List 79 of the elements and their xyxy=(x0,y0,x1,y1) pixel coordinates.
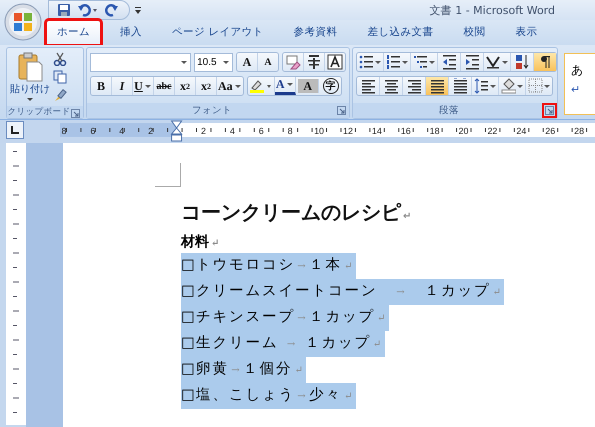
ribbon-tab[interactable]: 参考資料 xyxy=(282,20,348,45)
dialog-launcher-icon[interactable] xyxy=(542,103,557,118)
grow-font-button[interactable]: A xyxy=(237,53,258,71)
increase-indent-icon[interactable] xyxy=(464,54,480,70)
dialog-launcher-icon[interactable] xyxy=(68,106,83,121)
ruler-number: 22 xyxy=(487,126,498,136)
bullets-icon[interactable] xyxy=(359,54,374,70)
clipboard-icon xyxy=(17,52,43,82)
numbering-icon[interactable] xyxy=(386,54,401,70)
borders-icon[interactable] xyxy=(528,78,543,94)
group-label: クリップボード xyxy=(8,106,70,118)
ruler-number: 12 xyxy=(342,126,353,136)
ruler-number: 8 xyxy=(288,126,293,136)
clear-format-icon[interactable] xyxy=(285,54,301,70)
undo-icon[interactable] xyxy=(77,3,99,17)
paste-button[interactable]: 貼り付け xyxy=(11,50,49,104)
group-label: 段落 xyxy=(439,104,459,117)
bold-button[interactable]: B xyxy=(91,77,112,95)
save-icon[interactable] xyxy=(57,3,71,17)
asian-layout-icon[interactable] xyxy=(486,54,501,70)
ribbon-tab[interactable]: 差し込み文書 xyxy=(356,20,444,45)
ribbon-tab[interactable]: 表示 xyxy=(504,20,548,45)
window-title: 文書 1 - Microsoft Word xyxy=(430,2,555,18)
group-label: フォント xyxy=(192,104,232,117)
ruler-number: 2 xyxy=(148,126,154,136)
font-size-field[interactable]: 10.5 xyxy=(194,52,233,72)
customize-icon[interactable] xyxy=(134,5,142,15)
enclosed-character-button[interactable]: 字 xyxy=(322,78,339,94)
ruler-number: 4 xyxy=(119,126,124,136)
ribbon-tab[interactable]: ページ レイアウト xyxy=(161,20,274,45)
ruler-number: 6 xyxy=(258,126,264,136)
ruler-number: 2 xyxy=(200,126,206,136)
shading-icon[interactable] xyxy=(501,78,516,94)
ribbon-tab[interactable]: ホーム xyxy=(46,20,101,45)
ruler-number: 18 xyxy=(430,126,440,136)
ruler-number: 24 xyxy=(516,126,526,136)
ruler-number: 14 xyxy=(372,126,382,136)
dialog-launcher-icon[interactable] xyxy=(334,103,349,118)
tab-selector-button[interactable] xyxy=(6,121,24,139)
line-spacing-icon[interactable] xyxy=(474,78,489,94)
distribute-icon[interactable] xyxy=(452,78,468,94)
ruler-number: 8 xyxy=(61,126,66,136)
ruler-number: 20 xyxy=(458,126,468,136)
indent-marker-icon[interactable] xyxy=(170,120,183,142)
tab-stop-icon xyxy=(10,126,19,134)
italic-button[interactable]: I xyxy=(112,77,133,95)
font-name-field[interactable] xyxy=(90,52,192,72)
ruler-number: 16 xyxy=(400,126,411,136)
ruby-icon[interactable] xyxy=(306,54,322,70)
document-title: コーンクリームのレシピ↵ xyxy=(181,199,412,226)
brush-icon[interactable] xyxy=(53,88,67,102)
highlighter-icon[interactable] xyxy=(248,78,273,94)
ruler-number: 10 xyxy=(314,126,324,136)
format-button[interactable]: Aa xyxy=(217,77,243,95)
ruler-number: 6 xyxy=(90,126,96,136)
style-swatch[interactable]: あ ↵ xyxy=(565,54,585,114)
decrease-indent-icon[interactable] xyxy=(442,54,456,70)
strikethrough-button[interactable]: abc xyxy=(154,77,175,95)
ribbon-tab[interactable]: 校閲 xyxy=(452,20,496,45)
font-color-button[interactable]: A xyxy=(274,77,296,95)
scissors-icon[interactable] xyxy=(53,52,67,66)
copy-icon[interactable] xyxy=(53,70,67,84)
crop-mark-icon xyxy=(155,163,181,187)
ruler-number: 28 xyxy=(574,126,584,136)
align-right-icon[interactable] xyxy=(406,78,422,94)
redo-icon[interactable] xyxy=(105,3,119,17)
ribbon-tab[interactable]: 挿入 xyxy=(109,20,153,45)
character-border-icon[interactable] xyxy=(327,54,343,70)
align-left-icon[interactable] xyxy=(360,78,376,94)
underline-button[interactable]: U xyxy=(133,77,154,95)
ruler-number: 4 xyxy=(230,126,235,136)
ruler-number: 26 xyxy=(545,126,556,136)
sort-icon[interactable] xyxy=(514,54,530,70)
section-heading: 材料↵ xyxy=(181,233,220,252)
align-center-icon[interactable] xyxy=(384,78,398,94)
justify-icon[interactable] xyxy=(430,78,444,94)
shrink-font-button[interactable]: A xyxy=(258,53,278,71)
multilevel-list-icon[interactable] xyxy=(413,54,428,70)
character-shading-button[interactable]: A xyxy=(298,79,319,93)
